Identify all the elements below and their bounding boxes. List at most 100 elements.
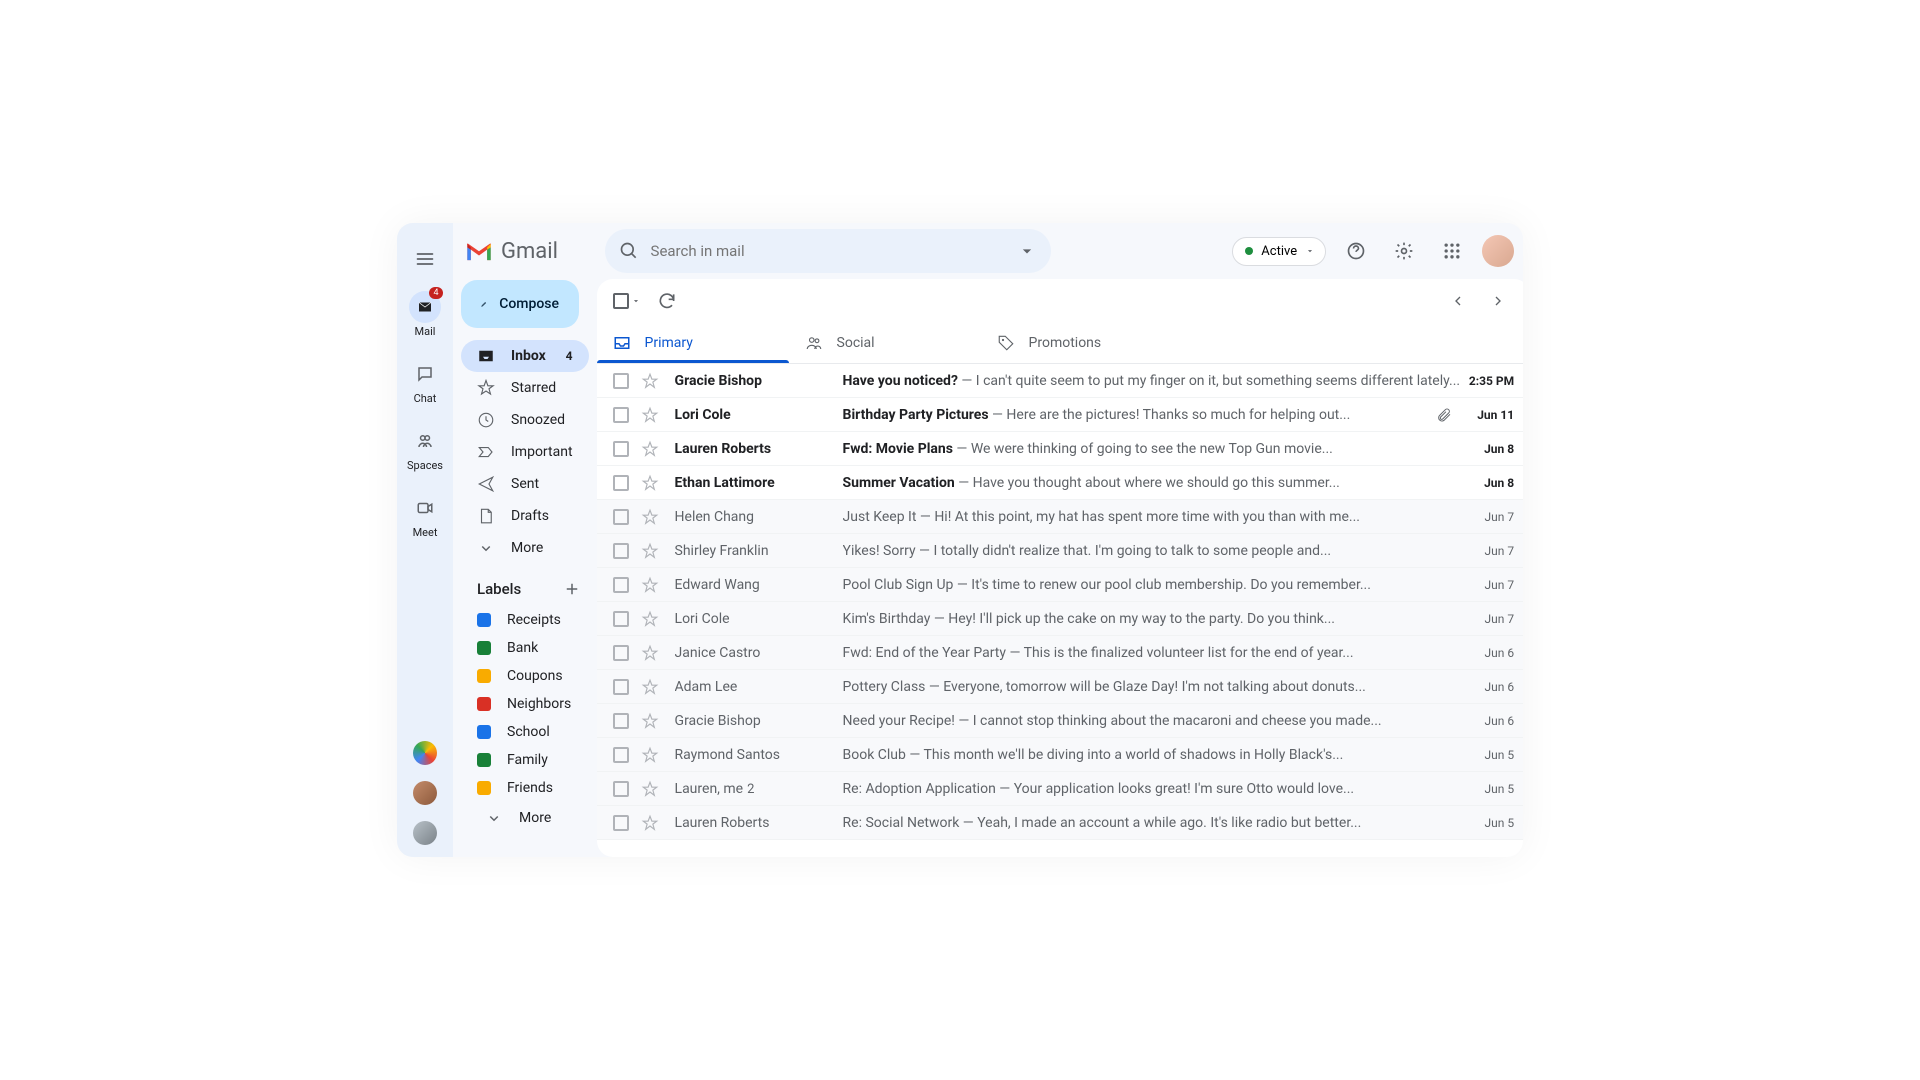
search-box[interactable]	[605, 229, 1051, 273]
apps-button[interactable]	[1434, 233, 1470, 269]
nav-important[interactable]: Important	[461, 436, 589, 468]
row-checkbox[interactable]	[613, 577, 629, 593]
mail-content: Yikes! Sorry — I totally didn't realize …	[843, 543, 1461, 559]
mail-content: Fwd: End of the Year Party — This is the…	[843, 645, 1461, 661]
rail-app-1[interactable]	[413, 741, 437, 765]
nav-drafts[interactable]: Drafts	[461, 500, 589, 532]
row-star[interactable]	[641, 610, 659, 628]
row-checkbox[interactable]	[613, 543, 629, 559]
row-checkbox[interactable]	[613, 713, 629, 729]
row-checkbox[interactable]	[613, 441, 629, 457]
checkbox-icon	[613, 293, 629, 309]
gmail-logo-row[interactable]: Gmail	[453, 231, 597, 280]
mail-subject: Need your Recipe!	[843, 713, 955, 729]
mail-row[interactable]: Gracie Bishop Need your Recipe! — I cann…	[597, 704, 1523, 738]
row-star[interactable]	[641, 712, 659, 730]
mail-row[interactable]: Gracie Bishop Have you noticed? — I can'…	[597, 364, 1523, 398]
row-star[interactable]	[641, 406, 659, 424]
mail-row[interactable]: Lori Cole Kim's Birthday — Hey! I'll pic…	[597, 602, 1523, 636]
row-star[interactable]	[641, 508, 659, 526]
mail-sender: Helen Chang	[675, 509, 843, 525]
row-checkbox[interactable]	[613, 747, 629, 763]
rail-contact-1[interactable]	[413, 781, 437, 805]
row-checkbox[interactable]	[613, 475, 629, 491]
tab-social[interactable]: Social	[789, 323, 981, 363]
row-star[interactable]	[641, 644, 659, 662]
chevron-down-icon	[477, 539, 495, 557]
mail-list[interactable]: Gracie Bishop Have you noticed? — I can'…	[597, 364, 1523, 857]
main-menu-button[interactable]	[405, 239, 445, 279]
rail-contact-2[interactable]	[413, 821, 437, 845]
label-color-icon	[477, 669, 491, 683]
rail-chat[interactable]: Chat	[397, 350, 453, 413]
row-checkbox[interactable]	[613, 781, 629, 797]
rail-spaces[interactable]: Spaces	[397, 417, 453, 480]
row-checkbox[interactable]	[613, 509, 629, 525]
important-icon	[477, 443, 495, 461]
mail-row[interactable]: Shirley Franklin Yikes! Sorry — I totall…	[597, 534, 1523, 568]
account-avatar[interactable]	[1482, 235, 1514, 267]
gear-icon	[1394, 241, 1414, 261]
refresh-button[interactable]	[649, 283, 685, 319]
label-item[interactable]: Bank	[453, 634, 597, 662]
add-label-icon[interactable]	[563, 580, 581, 598]
mail-subject: Re: Adoption Application	[843, 781, 996, 797]
mail-subject: Fwd: Movie Plans	[843, 441, 953, 457]
row-checkbox[interactable]	[613, 679, 629, 695]
row-star[interactable]	[641, 746, 659, 764]
mail-row[interactable]: Lori Cole Birthday Party Pictures — Here…	[597, 398, 1523, 432]
rail-mail[interactable]: 4 Mail	[397, 283, 453, 346]
row-checkbox[interactable]	[613, 815, 629, 831]
nav-sent[interactable]: Sent	[461, 468, 589, 500]
row-checkbox[interactable]	[613, 611, 629, 627]
mail-date: Jun 7	[1460, 578, 1514, 592]
mail-sender: Edward Wang	[675, 577, 843, 593]
support-button[interactable]	[1338, 233, 1374, 269]
tab-primary[interactable]: Primary	[597, 323, 789, 363]
label-item[interactable]: Friends	[453, 774, 597, 802]
labels-more[interactable]: More	[461, 802, 589, 834]
compose-button[interactable]: Compose	[461, 280, 579, 328]
row-checkbox[interactable]	[613, 373, 629, 389]
search-input[interactable]	[651, 242, 1005, 260]
mail-icon	[416, 298, 434, 316]
mail-row[interactable]: Edward Wang Pool Club Sign Up — It's tim…	[597, 568, 1523, 602]
mail-row[interactable]: Raymond Santos Book Club — This month we…	[597, 738, 1523, 772]
mail-row[interactable]: Lauren Roberts Re: Social Network — Yeah…	[597, 806, 1523, 840]
mail-row[interactable]: Adam Lee Pottery Class — Everyone, tomor…	[597, 670, 1523, 704]
mail-row[interactable]: Ethan Lattimore Summer Vacation — Have y…	[597, 466, 1523, 500]
chat-icon	[416, 365, 434, 383]
nav-inbox[interactable]: Inbox 4	[461, 340, 589, 372]
select-all-checkbox[interactable]	[613, 293, 641, 309]
label-item[interactable]: School	[453, 718, 597, 746]
mail-row[interactable]: Lauren, me2 Re: Adoption Application — Y…	[597, 772, 1523, 806]
row-checkbox[interactable]	[613, 407, 629, 423]
tab-promotions[interactable]: Promotions	[981, 323, 1173, 363]
row-star[interactable]	[641, 576, 659, 594]
mail-row[interactable]: Helen Chang Just Keep It — Hi! At this p…	[597, 500, 1523, 534]
label-item[interactable]: Coupons	[453, 662, 597, 690]
row-checkbox[interactable]	[613, 645, 629, 661]
nav-snoozed[interactable]: Snoozed	[461, 404, 589, 436]
row-star[interactable]	[641, 542, 659, 560]
row-star[interactable]	[641, 372, 659, 390]
settings-button[interactable]	[1386, 233, 1422, 269]
nav-more[interactable]: More	[461, 532, 589, 564]
label-text: School	[507, 724, 550, 740]
label-item[interactable]: Family	[453, 746, 597, 774]
nav-starred[interactable]: Starred	[461, 372, 589, 404]
row-star[interactable]	[641, 474, 659, 492]
row-star[interactable]	[641, 678, 659, 696]
rail-meet[interactable]: Meet	[397, 484, 453, 547]
row-star[interactable]	[641, 440, 659, 458]
pager-next[interactable]	[1482, 285, 1514, 317]
mail-row[interactable]: Lauren Roberts Fwd: Movie Plans — We wer…	[597, 432, 1523, 466]
mail-row[interactable]: Janice Castro Fwd: End of the Year Party…	[597, 636, 1523, 670]
pager-prev[interactable]	[1442, 285, 1474, 317]
status-chip[interactable]: Active	[1232, 237, 1326, 266]
search-options-icon[interactable]	[1017, 241, 1037, 261]
row-star[interactable]	[641, 780, 659, 798]
label-item[interactable]: Receipts	[453, 606, 597, 634]
label-item[interactable]: Neighbors	[453, 690, 597, 718]
row-star[interactable]	[641, 814, 659, 832]
